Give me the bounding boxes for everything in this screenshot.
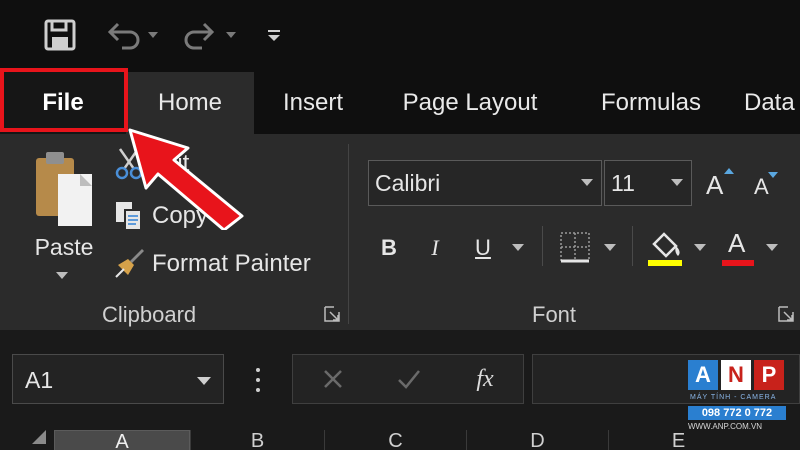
- watermark-subtitle: MÁY TÍNH - CAMERA: [690, 394, 777, 401]
- more-options-icon[interactable]: [252, 366, 264, 396]
- paste-icon: [36, 152, 92, 226]
- column-header-a[interactable]: A: [54, 430, 190, 450]
- chevron-down-icon[interactable]: [604, 244, 616, 252]
- font-color-label: A: [728, 228, 746, 258]
- dialog-launcher-icon: [324, 306, 340, 322]
- fill-color-button[interactable]: [646, 228, 686, 268]
- name-box[interactable]: A1: [12, 354, 224, 404]
- paste-button[interactable]: Paste: [22, 146, 106, 294]
- separator: [542, 226, 543, 266]
- group-separator: [348, 144, 349, 324]
- increase-font-size-button[interactable]: A: [702, 164, 736, 204]
- chevron-down-icon[interactable]: [766, 244, 778, 252]
- chevron-down-icon[interactable]: [694, 244, 706, 252]
- watermark-phone: 098 772 0 772: [688, 406, 786, 420]
- column-header-b[interactable]: B: [190, 430, 324, 450]
- font-name-combobox[interactable]: Calibri: [368, 160, 602, 206]
- shrink-font-label: A: [754, 174, 769, 199]
- formula-tools: fx: [292, 354, 524, 404]
- clipboard-dialog-launcher[interactable]: [324, 306, 340, 322]
- watermark-letters: A N P: [688, 360, 787, 390]
- borders-button[interactable]: [558, 230, 592, 264]
- select-all-button[interactable]: [32, 430, 46, 444]
- grow-font-label: A: [706, 170, 724, 200]
- font-size-combobox[interactable]: 11: [604, 160, 692, 206]
- save-button[interactable]: [38, 14, 82, 56]
- format-painter-button[interactable]: Format Painter: [112, 244, 311, 284]
- font-size-value: 11: [611, 170, 635, 196]
- watermark-letter-n: N: [721, 360, 751, 390]
- redo-button[interactable]: [178, 14, 242, 56]
- paste-label: Paste: [34, 234, 94, 260]
- cancel-icon: [324, 370, 342, 388]
- up-triangle-icon: [724, 168, 734, 174]
- borders-icon: [560, 232, 590, 263]
- cancel-button[interactable]: [299, 355, 367, 403]
- fx-label: fx: [476, 365, 494, 392]
- chevron-down-icon: [197, 377, 211, 385]
- down-triangle-icon: [768, 172, 778, 178]
- chevron-down-icon: [581, 179, 593, 186]
- chevron-down-icon: [671, 179, 683, 186]
- annotation-arrow-icon: [128, 128, 244, 230]
- font-name-value: Calibri: [375, 170, 441, 196]
- undo-button[interactable]: [100, 14, 164, 56]
- formula-bar: A1 fx: [0, 330, 800, 422]
- format-painter-label: Format Painter: [152, 250, 311, 277]
- customize-qat-icon: [268, 30, 280, 41]
- quick-access-toolbar: [0, 0, 800, 72]
- enter-button[interactable]: [375, 355, 443, 403]
- watermark-letter-p: P: [754, 360, 784, 390]
- font-group-label: Font: [532, 302, 577, 327]
- redo-icon: [184, 22, 236, 50]
- column-headers: A B C D E: [0, 422, 800, 450]
- bold-button[interactable]: B: [374, 230, 404, 266]
- tab-data[interactable]: Data: [744, 72, 800, 134]
- chevron-down-icon[interactable]: [512, 244, 524, 252]
- column-header-d[interactable]: D: [466, 430, 608, 450]
- name-box-value: A1: [25, 367, 54, 393]
- customize-qat-button[interactable]: [260, 14, 288, 56]
- chevron-down-icon: [56, 272, 68, 279]
- tab-page-layout[interactable]: Page Layout: [382, 72, 558, 134]
- undo-icon: [107, 22, 158, 50]
- decrease-font-size-button[interactable]: A: [748, 164, 782, 204]
- paintbrush-icon: [112, 247, 146, 281]
- insert-function-button[interactable]: fx: [451, 355, 519, 403]
- tab-insert[interactable]: Insert: [262, 72, 364, 134]
- dialog-launcher-icon: [778, 306, 794, 322]
- paint-bucket-icon: [648, 232, 682, 266]
- underline-button[interactable]: U: [466, 230, 500, 266]
- separator: [632, 226, 633, 266]
- watermark-url: WWW.ANP.COM.VN: [688, 422, 763, 431]
- file-tab-highlight-box: [0, 68, 128, 132]
- tab-formulas[interactable]: Formulas: [578, 72, 724, 134]
- watermark-letter-a: A: [688, 360, 718, 390]
- save-icon: [44, 19, 76, 51]
- clipboard-group-label: Clipboard: [102, 302, 197, 327]
- italic-button[interactable]: I: [420, 230, 450, 266]
- font-color-button[interactable]: A: [720, 228, 756, 268]
- check-icon: [398, 370, 420, 389]
- font-dialog-launcher[interactable]: [778, 306, 794, 322]
- column-header-c[interactable]: C: [324, 430, 466, 450]
- watermark-logo: A N P MÁY TÍNH - CAMERA 098 772 0 772 WW…: [684, 360, 794, 440]
